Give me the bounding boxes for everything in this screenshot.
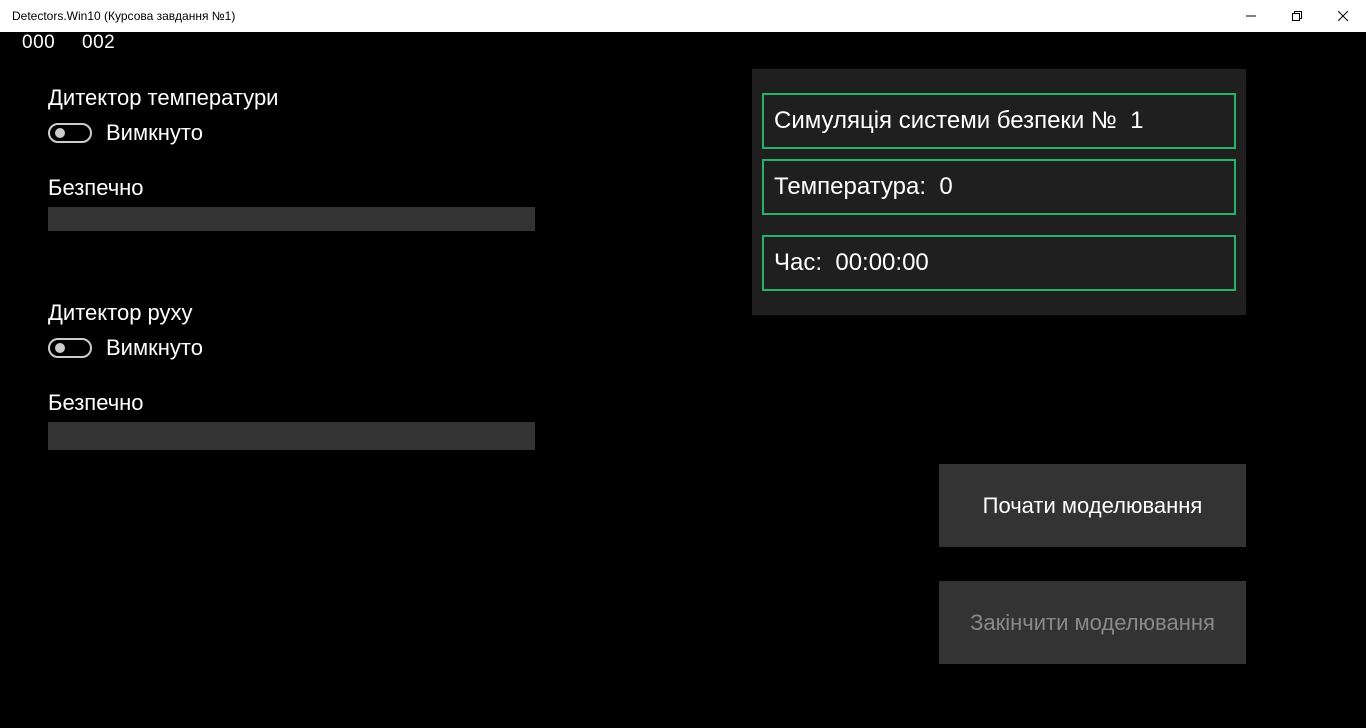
- motion-detector-title: Дитектор руху: [48, 300, 193, 325]
- motion-toggle-row: Вимкнуто: [48, 335, 203, 361]
- motion-progress-bar: [48, 422, 535, 450]
- motion-status: Безпечно: [48, 390, 144, 415]
- frame-counter-2: 002: [82, 32, 116, 53]
- temperature-progress-bar: [48, 207, 535, 231]
- close-icon: [1338, 11, 1348, 21]
- start-simulation-button[interactable]: Почати моделювання: [939, 464, 1246, 547]
- app-window: Detectors.Win10 (Курсова завдання №1) 00…: [0, 0, 1366, 728]
- simulation-number-box: Симуляція системи безпеки № 1: [762, 93, 1236, 149]
- toggle-knob: [55, 128, 65, 138]
- stop-simulation-button[interactable]: Закінчити моделювання: [939, 581, 1246, 664]
- title-bar: Detectors.Win10 (Курсова завдання №1): [0, 0, 1366, 32]
- restore-button[interactable]: [1274, 0, 1320, 32]
- minimize-icon: [1246, 15, 1256, 17]
- motion-toggle-label: Вимкнуто: [106, 335, 203, 360]
- window-title: Detectors.Win10 (Курсова завдання №1): [12, 9, 236, 23]
- toggle-knob: [55, 343, 65, 353]
- close-button[interactable]: [1320, 0, 1366, 32]
- temperature-toggle-row: Вимкнуто: [48, 120, 203, 146]
- temperature-toggle-label: Вимкнуто: [106, 120, 203, 145]
- restore-icon: [1292, 11, 1302, 21]
- time-readout-box: Час: 00:00:00: [762, 235, 1236, 291]
- minimize-button[interactable]: [1228, 0, 1274, 32]
- temperature-readout-box: Температура: 0: [762, 159, 1236, 215]
- motion-detector-toggle[interactable]: [48, 338, 92, 358]
- temperature-detector-title: Дитектор температури: [48, 85, 279, 110]
- temperature-status: Безпечно: [48, 175, 144, 200]
- info-panel: Симуляція системи безпеки № 1 Температур…: [752, 69, 1246, 315]
- temperature-detector-toggle[interactable]: [48, 123, 92, 143]
- frame-counter-1: 000: [22, 32, 56, 53]
